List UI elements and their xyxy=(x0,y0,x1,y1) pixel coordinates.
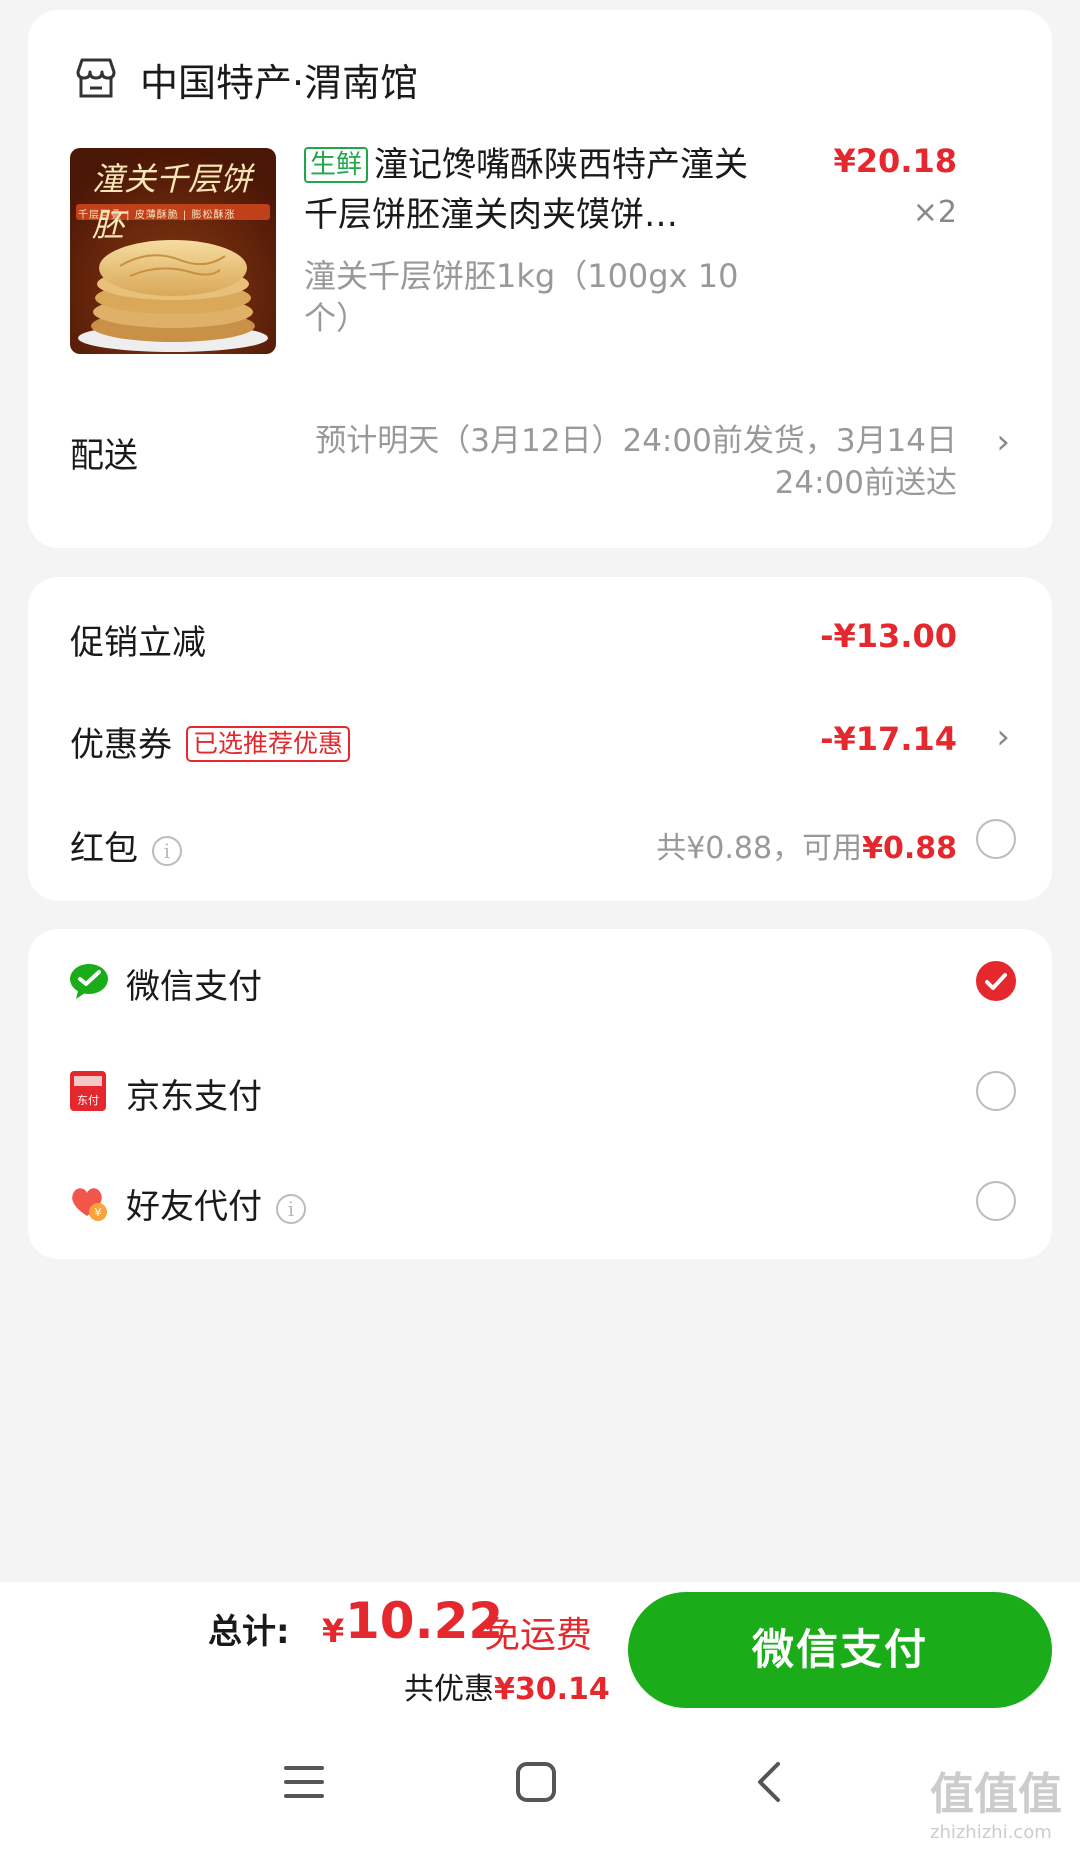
friend-pay-radio[interactable] xyxy=(976,1181,1016,1221)
check-icon xyxy=(985,973,1007,990)
delivery-estimate[interactable]: 预计明天（3月12日）24:00前发货，3月14日24:00前送达 xyxy=(307,420,957,504)
product-image-title: 潼关千层饼胚 xyxy=(92,160,253,244)
promo-value: -¥13.00 xyxy=(820,617,957,655)
redpacket-total: 共¥0.88，可用 xyxy=(656,831,863,866)
pay-button[interactable]: 微信支付 xyxy=(628,1592,1052,1708)
product-title: 潼记馋嘴酥陕西特产潼关千层饼胚潼关肉夹馍饼… xyxy=(304,145,749,235)
coupon-label: 优惠券 xyxy=(70,725,172,765)
payment-method-label[interactable]: 京东支付 xyxy=(126,1069,262,1118)
redpacket-row: 红包 i xyxy=(70,821,182,870)
free-shipping: 免运费 xyxy=(484,1615,593,1656)
product-price: ¥20.18 xyxy=(833,142,957,180)
checkout-bar: 总计: ¥ 10.22 免运费 共优惠¥30.14 微信支付 值值值 zhizh… xyxy=(0,1582,1080,1853)
home-icon[interactable] xyxy=(512,1758,560,1806)
product-image-subtitle: 千层百叠 | 皮薄酥脆 | 膨松酥涨 xyxy=(78,210,236,221)
wechat-icon xyxy=(70,964,108,999)
savings-label: 共优惠 xyxy=(404,1672,494,1707)
redpacket-label: 红包 xyxy=(70,829,138,869)
savings-summary: 共优惠¥30.14 xyxy=(404,1664,610,1708)
delivery-chevron-right-icon[interactable]: › xyxy=(996,422,1010,462)
payment-method-row[interactable]: 好友代付 i xyxy=(126,1179,306,1228)
delivery-label: 配送 xyxy=(70,436,138,476)
store-name[interactable]: 中国特产·渭南馆 xyxy=(140,52,418,107)
watermark: 值值值 xyxy=(930,1769,1062,1820)
payment-card: 微信支付 东付 京东支付 ¥ 好友代付 i xyxy=(28,929,1052,1259)
coupon-row[interactable]: 优惠券 已选推荐优惠 xyxy=(70,717,351,766)
product-spec: 潼关千层饼胚1kg（100gx 10个） xyxy=(304,257,739,337)
redpacket-summary: 共¥0.88，可用¥0.88 xyxy=(656,823,957,867)
product-name[interactable]: 生鲜 潼记馋嘴酥陕西特产潼关千层饼胚潼关肉夹馍饼… xyxy=(304,140,764,240)
payment-method-label: 好友代付 xyxy=(126,1187,262,1227)
total-amount: 10.22 xyxy=(345,1592,504,1650)
order-card: 中国特产·渭南馆 潼关千层饼胚 千层百叠 | 皮薄酥脆 | 膨松酥涨 生鲜 潼记… xyxy=(28,10,1052,548)
discount-card: 促销立减 -¥13.00 优惠券 已选推荐优惠 -¥17.14 › 红包 i 共¥0… xyxy=(28,577,1052,901)
jd-pay-icon: 东付 xyxy=(70,1071,106,1111)
svg-text:¥: ¥ xyxy=(95,1206,102,1219)
redpacket-available: ¥0.88 xyxy=(862,831,957,866)
store-icon xyxy=(76,58,116,98)
back-icon[interactable] xyxy=(746,1758,794,1806)
total-label: 总计: xyxy=(208,1612,290,1652)
product-quantity: ×2 xyxy=(912,195,957,230)
friend-pay-heart-icon: ¥ xyxy=(72,1188,107,1221)
promo-label: 促销立减 xyxy=(70,623,206,663)
savings-value: ¥30.14 xyxy=(494,1672,610,1707)
fresh-tag: 生鲜 xyxy=(304,147,369,183)
total-currency: ¥ xyxy=(322,1612,345,1650)
coupon-badge: 已选推荐优惠 xyxy=(186,726,351,762)
redpacket-radio[interactable] xyxy=(976,819,1016,859)
menu-icon[interactable] xyxy=(280,1758,328,1806)
coupon-value[interactable]: -¥17.14 xyxy=(820,720,957,758)
info-icon[interactable]: i xyxy=(152,836,182,866)
info-icon[interactable]: i xyxy=(276,1194,306,1224)
watermark-url: zhizhizhi.com xyxy=(930,1822,1052,1843)
coupon-chevron-right-icon[interactable]: › xyxy=(996,717,1010,757)
wechat-pay-radio[interactable] xyxy=(976,961,1016,1001)
svg-text:东付: 东付 xyxy=(77,1094,99,1107)
product-image[interactable]: 潼关千层饼胚 千层百叠 | 皮薄酥脆 | 膨松酥涨 xyxy=(70,148,276,354)
payment-method-label[interactable]: 微信支付 xyxy=(126,959,262,1008)
jd-pay-radio[interactable] xyxy=(976,1071,1016,1111)
